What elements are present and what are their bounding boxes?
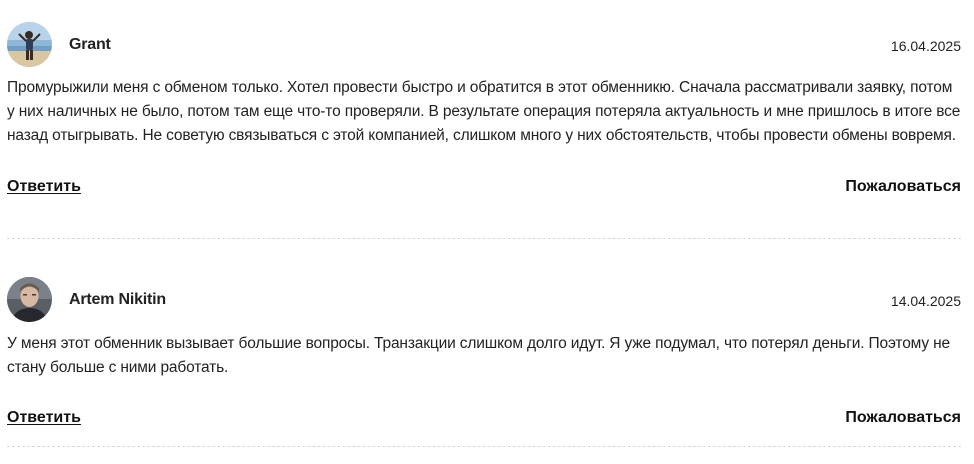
divider bbox=[7, 238, 961, 239]
divider bbox=[7, 446, 961, 447]
complain-link[interactable]: Пожаловаться bbox=[845, 409, 961, 427]
avatar[interactable] bbox=[7, 277, 52, 322]
author-name: Artem Nikitin bbox=[69, 291, 166, 308]
review-date: 16.04.2025 bbox=[890, 38, 961, 54]
reply-link[interactable]: Ответить bbox=[7, 178, 81, 196]
review-item: Artem Nikitin 14.04.2025 У меня этот обм… bbox=[7, 277, 961, 433]
avatar-image bbox=[7, 277, 52, 322]
review-date: 14.04.2025 bbox=[890, 293, 961, 309]
review-item: Grant 16.04.2025 Промурыжили меня с обме… bbox=[7, 22, 961, 202]
review-text: У меня этот обменник вызывает большие во… bbox=[7, 335, 950, 376]
avatar[interactable] bbox=[7, 22, 52, 67]
review-header: Artem Nikitin 14.04.2025 bbox=[7, 277, 961, 325]
review-text: Промурыжили меня с обменом только. Хотел… bbox=[7, 79, 961, 144]
reply-link[interactable]: Ответить bbox=[7, 409, 81, 427]
review-actions: Ответить Пожаловаться bbox=[7, 409, 961, 433]
complain-link[interactable]: Пожаловаться bbox=[845, 178, 961, 196]
author-name: Grant bbox=[69, 36, 111, 53]
review-header: Grant 16.04.2025 bbox=[7, 22, 961, 70]
review-actions: Ответить Пожаловаться bbox=[7, 178, 961, 202]
avatar-image bbox=[7, 22, 52, 67]
